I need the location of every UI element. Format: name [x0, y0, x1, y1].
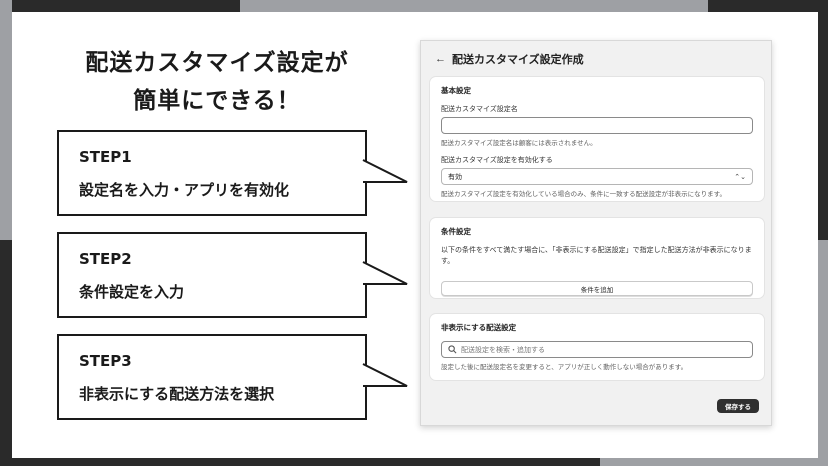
enable-help: 配送カスタマイズ設定を有効化している場合のみ、条件に一致する配送設定が非表示にな…	[441, 191, 726, 198]
name-input[interactable]	[441, 117, 753, 134]
step3-desc: 非表示にする配送方法を選択	[79, 385, 275, 403]
conditions-title: 条件設定	[441, 227, 471, 236]
frame-left-top	[0, 0, 12, 240]
bubble-tail-icon	[362, 159, 408, 183]
step1-bubble: STEP1 設定名を入力・アプリを有効化	[57, 130, 408, 216]
enable-select[interactable]: 有効 ⌃⌄	[441, 168, 753, 185]
app-panel: ← 配送カスタマイズ設定作成 基本設定 配送カスタマイズ設定名 配送カスタマイズ…	[420, 40, 772, 426]
headline-line1: 配送カスタマイズ設定が	[85, 50, 349, 76]
step1-title: STEP1	[79, 148, 132, 166]
frame-bottom-left	[0, 458, 600, 466]
search-placeholder: 配送設定を検索・追加する	[461, 346, 545, 354]
save-button[interactable]: 保存する	[717, 399, 759, 413]
step2-desc: 条件設定を入力	[79, 283, 185, 301]
conditions-desc: 以下の条件をすべて満たす場合に、「非表示にする配送設定」で指定した配送方法が非表…	[441, 247, 752, 265]
conditions-card: 条件設定 以下の条件をすべて満たす場合に、「非表示にする配送設定」で指定した配送…	[430, 218, 764, 298]
back-arrow-icon[interactable]: ←	[435, 53, 446, 65]
select-arrows-icon: ⌃⌄	[734, 173, 746, 181]
frame-top-dark	[0, 0, 240, 12]
headline-line2: 簡単にできる！	[133, 88, 301, 114]
bubble-tail-icon	[362, 261, 408, 285]
frame-top-right	[708, 0, 828, 12]
enable-label: 配送カスタマイズ設定を有効化する	[441, 157, 553, 164]
frame-right-top	[818, 0, 828, 240]
step2-bubble: STEP2 条件設定を入力	[57, 232, 408, 318]
frame-left-bottom	[0, 240, 12, 466]
hidden-help: 設定した後に配送設定名を変更すると、アプリが正しく動作しない場合があります。	[441, 364, 688, 371]
step2-title: STEP2	[79, 250, 132, 268]
basic-settings-title: 基本設定	[441, 86, 471, 95]
hidden-shipping-card: 非表示にする配送設定 配送設定を検索・追加する 設定した後に配送設定名を変更する…	[430, 314, 764, 380]
hidden-shipping-title: 非表示にする配送設定	[441, 323, 517, 332]
panel-header: ← 配送カスタマイズ設定作成	[435, 51, 584, 67]
headline: 配送カスタマイズ設定が 簡単にできる！	[62, 44, 372, 120]
step3-title: STEP3	[79, 352, 132, 370]
basic-settings-card: 基本設定 配送カスタマイズ設定名 配送カスタマイズ設定名は顧客には表示されません…	[430, 77, 764, 201]
step3-bubble: STEP3 非表示にする配送方法を選択	[57, 334, 408, 420]
page-title: 配送カスタマイズ設定作成	[452, 54, 584, 66]
enable-select-value: 有効	[448, 173, 462, 181]
name-label: 配送カスタマイズ設定名	[441, 106, 518, 113]
add-condition-button[interactable]: 条件を追加	[441, 281, 753, 296]
search-icon	[448, 345, 457, 354]
step1-desc: 設定名を入力・アプリを有効化	[79, 181, 290, 199]
bubble-tail-icon	[362, 363, 408, 387]
shipping-search-input[interactable]: 配送設定を検索・追加する	[441, 341, 753, 358]
frame-bottom-right	[600, 458, 828, 466]
name-help: 配送カスタマイズ設定名は顧客には表示されません。	[441, 140, 597, 147]
frame-right-bottom	[818, 240, 828, 466]
